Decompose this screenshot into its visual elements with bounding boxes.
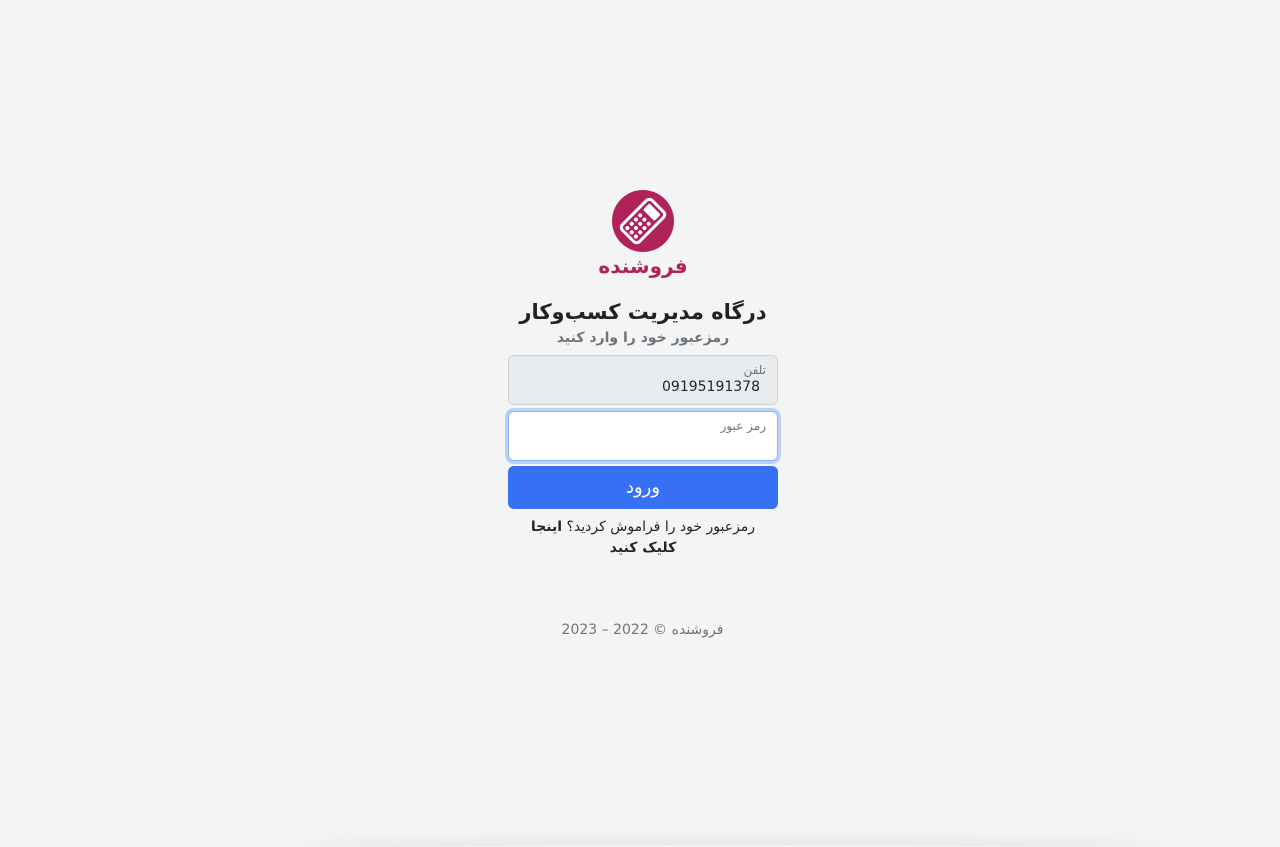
login-button[interactable]: ورود: [508, 466, 778, 509]
calculator-icon: [612, 190, 674, 252]
footer-copyright: فروشنده © 2022 – 2023: [561, 622, 724, 638]
password-input[interactable]: [520, 435, 760, 451]
phone-label: تلفن: [743, 363, 766, 377]
page-subtitle: رمزعبور خود را وارد کنید: [556, 330, 730, 346]
phone-field[interactable]: تلفن 09195191378: [508, 355, 778, 405]
password-label: رمز عبور: [720, 419, 766, 433]
forgot-password-text: رمزعبور خود را فراموش کردید؟ اینجا کلیک …: [508, 517, 778, 559]
login-card: فروشنده درگاه مدیریت کسب‌وکار رمزعبور خو…: [508, 190, 778, 559]
phone-value[interactable]: 09195191378: [520, 379, 760, 395]
page-title: درگاه مدیریت کسب‌وکار: [519, 300, 767, 324]
forgot-password-question: رمزعبور خود را فراموش کردید؟: [566, 519, 756, 535]
login-page: فروشنده درگاه مدیریت کسب‌وکار رمزعبور خو…: [0, 0, 1280, 847]
password-field[interactable]: رمز عبور: [508, 411, 778, 461]
brand-name: فروشنده: [598, 254, 688, 278]
